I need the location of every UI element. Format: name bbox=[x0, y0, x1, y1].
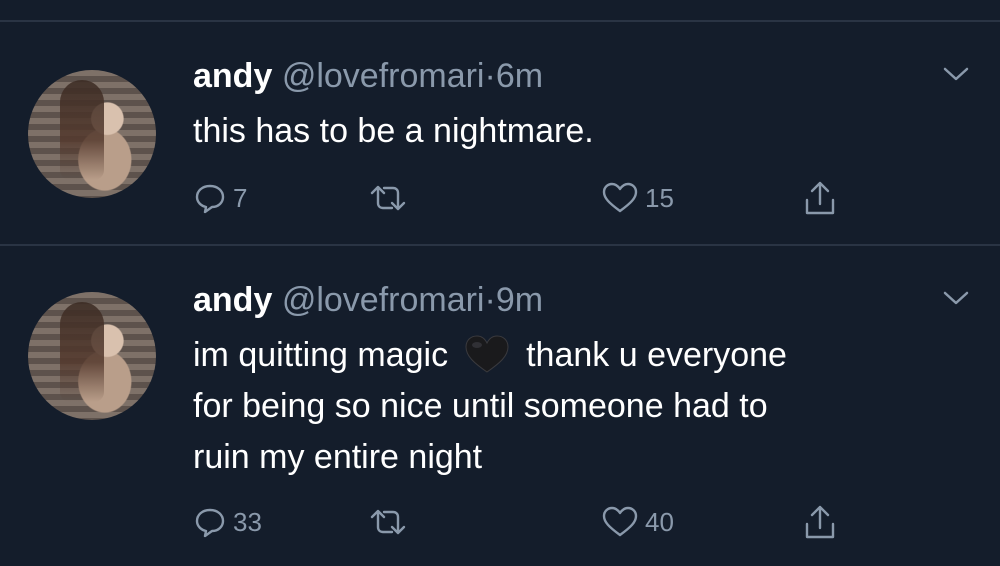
share-icon bbox=[805, 181, 835, 215]
retweet-button[interactable] bbox=[368, 500, 408, 544]
like-button[interactable]: 40 bbox=[601, 500, 674, 544]
reply-button[interactable]: 7 bbox=[193, 176, 247, 220]
tweet-text-line: im quitting magic thank u everyone bbox=[193, 330, 787, 381]
share-button[interactable] bbox=[803, 176, 837, 220]
display-name[interactable]: andy bbox=[193, 281, 272, 319]
tweet[interactable]: andy @lovefromari·6m this has to be a ni… bbox=[0, 22, 1000, 244]
separator-dot: · bbox=[484, 281, 496, 319]
share-icon bbox=[805, 505, 835, 539]
reply-count: 7 bbox=[233, 182, 248, 213]
retweet-icon bbox=[370, 509, 406, 535]
tweet-text-line: for being so nice until someone had to bbox=[193, 387, 768, 425]
heart-icon bbox=[602, 182, 638, 213]
retweet-button[interactable] bbox=[368, 176, 408, 220]
black-heart-emoji bbox=[465, 335, 509, 373]
avatar[interactable] bbox=[28, 292, 156, 420]
share-button[interactable] bbox=[803, 500, 837, 544]
chevron-down-icon[interactable] bbox=[942, 288, 970, 308]
tweet-header: andy @lovefromari·6m bbox=[193, 56, 543, 96]
chevron-down-icon[interactable] bbox=[942, 64, 970, 84]
reply-icon bbox=[195, 184, 225, 214]
user-handle[interactable]: @lovefromari bbox=[282, 281, 485, 319]
tweet-text-line: this has to be a nightmare. bbox=[193, 112, 594, 150]
heart-icon bbox=[602, 506, 638, 537]
timestamp[interactable]: 9m bbox=[496, 281, 543, 319]
retweet-icon bbox=[370, 185, 406, 211]
display-name[interactable]: andy bbox=[193, 57, 272, 95]
tweet-text: im quitting magic thank u everyone for b… bbox=[193, 330, 787, 483]
tweet-text: this has to be a nightmare. bbox=[193, 106, 594, 157]
avatar[interactable] bbox=[28, 70, 156, 198]
tweet-actions: 33 40 bbox=[193, 500, 873, 544]
like-count: 15 bbox=[645, 182, 674, 213]
separator-dot: · bbox=[484, 57, 496, 95]
tweet-text-segment: thank u everyone bbox=[526, 336, 787, 374]
reply-button[interactable]: 33 bbox=[193, 500, 262, 544]
reply-count: 33 bbox=[233, 506, 262, 537]
tweet-actions: 7 15 bbox=[193, 176, 873, 220]
tweet-header: andy @lovefromari·9m bbox=[193, 280, 543, 320]
user-handle[interactable]: @lovefromari bbox=[282, 57, 485, 95]
tweet-text-segment: im quitting magic bbox=[193, 336, 449, 374]
like-count: 40 bbox=[645, 506, 674, 537]
tweet-text-line: ruin my entire night bbox=[193, 438, 483, 476]
timestamp[interactable]: 6m bbox=[496, 57, 543, 95]
reply-icon bbox=[195, 508, 225, 538]
tweet[interactable]: andy @lovefromari·9m im quitting magic t… bbox=[0, 246, 1000, 566]
like-button[interactable]: 15 bbox=[601, 176, 674, 220]
